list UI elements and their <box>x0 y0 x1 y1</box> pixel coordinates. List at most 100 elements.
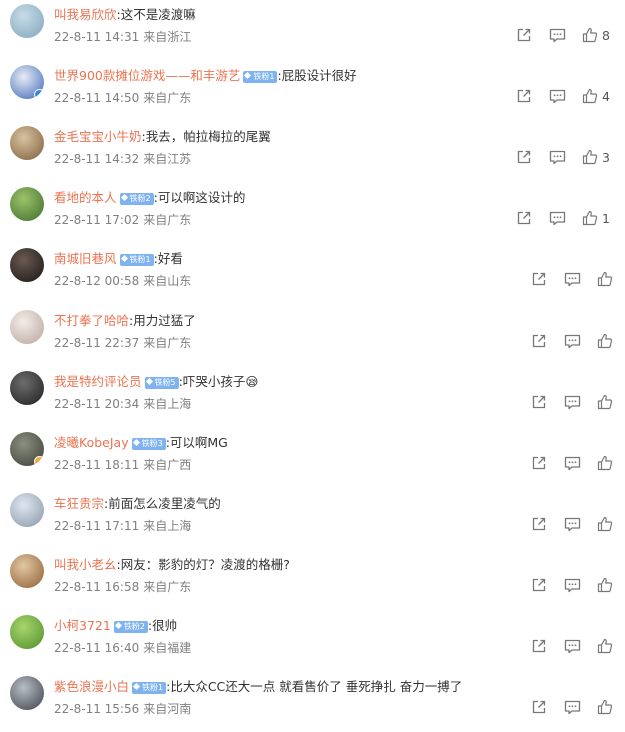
comment-content: 小柯3721 铁粉2:很帅 <box>54 617 615 635</box>
like-button[interactable]: 1 <box>582 209 610 229</box>
car-avatar[interactable] <box>10 492 44 527</box>
fan-badge: 铁粉1 <box>243 71 278 84</box>
comment-icon <box>564 700 581 715</box>
like-button[interactable] <box>597 576 615 596</box>
username-link[interactable]: 金毛宝宝小牛奶 <box>54 129 142 144</box>
like-count: 1 <box>602 211 610 227</box>
comment-location: 来自广东 <box>143 579 192 594</box>
comment-text: :我去，帕拉梅拉的尾翼 <box>141 129 271 145</box>
like-button[interactable] <box>597 515 615 535</box>
comment-meta: 22-8-11 20:34 来自上海 <box>54 395 191 413</box>
like-button[interactable] <box>597 698 615 718</box>
reply-button[interactable] <box>564 576 582 596</box>
diamond-icon <box>120 255 128 263</box>
share-icon <box>532 639 546 653</box>
share-button[interactable] <box>531 454 549 474</box>
share-button[interactable] <box>531 515 549 535</box>
brand-logo-avatar[interactable] <box>10 65 44 100</box>
comment-location: 来自广东 <box>143 91 192 106</box>
dog-avatar[interactable] <box>10 126 44 161</box>
share-button[interactable] <box>531 393 549 413</box>
like-button[interactable] <box>597 637 615 657</box>
comment-content: 叫我小老幺:网友：影豹的灯？凌渡的格栅? <box>54 556 615 574</box>
comment-text: :网友：影豹的灯？凌渡的格栅? <box>116 556 290 572</box>
reply-button[interactable] <box>564 698 582 718</box>
plant-avatar[interactable] <box>10 187 44 222</box>
comment-time: 22-8-11 14:32 <box>54 152 140 167</box>
comment-time: 22-8-11 14:31 <box>54 30 140 44</box>
share-icon <box>532 334 546 347</box>
username-link[interactable]: 车狂贵宗 <box>54 496 104 511</box>
share-button[interactable] <box>516 87 534 107</box>
reply-button[interactable] <box>549 148 567 168</box>
thumbs-up-icon <box>597 394 613 409</box>
comment-location: 来自河南 <box>143 702 192 717</box>
person-avatar[interactable] <box>10 370 44 405</box>
share-button[interactable] <box>531 332 549 352</box>
username-link[interactable]: 紫色浪漫小白 <box>54 679 129 694</box>
share-icon <box>517 28 531 42</box>
person-avatar[interactable] <box>10 248 44 283</box>
comment-icon <box>564 456 581 470</box>
like-count: 4 <box>602 89 610 105</box>
leaf-avatar[interactable] <box>10 615 44 649</box>
thumbs-up-icon <box>597 638 613 654</box>
like-button[interactable]: 3 <box>582 148 610 168</box>
comment-icon <box>564 395 581 409</box>
reply-button[interactable] <box>564 454 582 474</box>
username-link[interactable]: 不打拳了哈哈 <box>54 313 129 328</box>
share-button[interactable] <box>531 698 549 718</box>
reply-button[interactable] <box>564 332 582 352</box>
username-link[interactable]: 小柯3721 <box>54 618 111 633</box>
reply-button[interactable] <box>564 637 582 657</box>
comment-list: 叫我易欣欣:这不是凌渡嘛 22-8-11 14:31 来自浙江 8 世界900款摊… <box>0 0 625 725</box>
like-button[interactable] <box>597 270 615 290</box>
share-icon <box>517 151 531 164</box>
share-button[interactable] <box>516 148 534 168</box>
share-button[interactable] <box>531 270 549 290</box>
comment-content: 叫我易欣欣:这不是凌渡嘛 <box>54 6 615 24</box>
username-link[interactable]: 看地的本人 <box>54 190 117 205</box>
reply-button[interactable] <box>549 87 567 107</box>
share-button[interactable] <box>516 26 534 46</box>
username-link[interactable]: 南城旧巷风 <box>54 251 117 266</box>
like-button[interactable] <box>597 332 615 352</box>
reply-button[interactable] <box>549 26 567 46</box>
thumbs-up-icon <box>597 699 613 715</box>
share-button[interactable] <box>531 576 549 596</box>
comment-content: 我是特约评论员 铁粉5:吓哭小孩子😪 <box>54 373 615 391</box>
share-icon <box>532 578 546 592</box>
reply-button[interactable] <box>564 515 582 535</box>
comment-item: 小柯3721 铁粉2:很帅 22-8-11 16:40 来自福建 <box>0 611 625 671</box>
comment-item: 叫我小老幺:网友：影豹的灯？凌渡的格栅? 22-8-11 16:58 来自广东 <box>0 550 625 610</box>
comment-meta: 22-8-11 15:56 来自河南 <box>54 700 191 718</box>
like-button[interactable] <box>597 454 615 474</box>
comment-icon <box>564 334 581 348</box>
username-link[interactable]: 叫我小老幺 <box>54 557 117 572</box>
comment-location: 来自山东 <box>143 274 192 289</box>
username-link[interactable]: 世界900款摊位游戏——和丰游艺 <box>54 68 240 83</box>
person-avatar[interactable] <box>10 4 44 38</box>
like-button[interactable]: 8 <box>582 26 610 46</box>
room-avatar[interactable] <box>10 553 44 588</box>
cat-avatar[interactable] <box>10 309 44 344</box>
share-icon <box>532 456 546 469</box>
comment-location: 来自广东 <box>143 335 192 350</box>
fan-badge-label: 铁粉1 <box>142 683 164 693</box>
person-avatar[interactable] <box>10 676 44 711</box>
username-link[interactable]: 叫我易欣欣 <box>54 7 117 22</box>
comment-icon <box>564 273 581 287</box>
group-avatar[interactable] <box>10 431 44 466</box>
share-button[interactable] <box>531 637 549 657</box>
share-button[interactable] <box>516 209 534 229</box>
comment-item: 我是特约评论员 铁粉5:吓哭小孩子😪 22-8-11 20:34 来自上海 <box>0 367 625 427</box>
thumbs-up-icon <box>597 333 613 348</box>
reply-button[interactable] <box>564 270 582 290</box>
like-button[interactable] <box>597 393 615 413</box>
reply-button[interactable] <box>549 209 567 229</box>
like-button[interactable]: 4 <box>582 87 610 107</box>
reply-button[interactable] <box>564 393 582 413</box>
username-link[interactable]: 我是特约评论员 <box>54 374 142 389</box>
username-link[interactable]: 凌曦KobeJay <box>54 435 129 450</box>
comment-text: :可以啊MG <box>165 434 228 450</box>
